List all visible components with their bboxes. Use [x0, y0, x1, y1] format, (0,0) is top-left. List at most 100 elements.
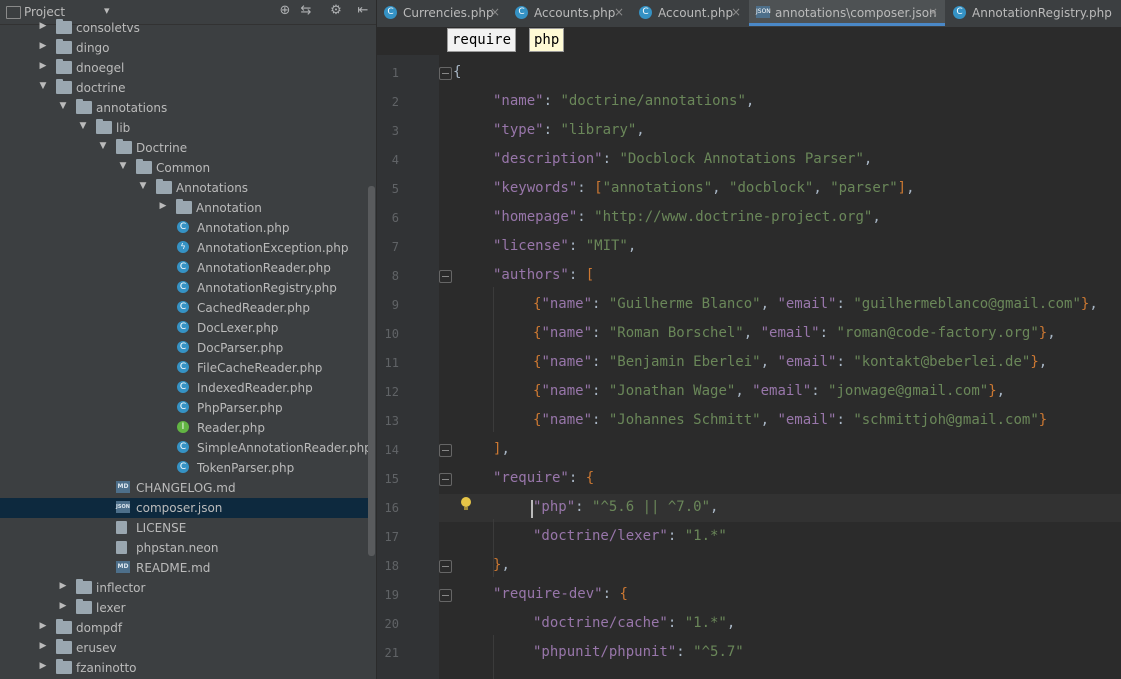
close-icon[interactable]: × [928, 5, 938, 19]
code-line: }, [493, 557, 510, 573]
code-editor[interactable]: 1 2 3 4 5 6 7 8 9 10 11 12 13 14 15 16 17 18 19 20 21 {"name… [377, 55, 1121, 679]
collapse-all-icon[interactable]: ⇆ [297, 3, 315, 18]
tree-item[interactable]: C TokenParser.php [0, 458, 368, 478]
tree-item[interactable]: phpstan.neon [0, 538, 368, 558]
tree-item[interactable]: ▶ inflector [0, 578, 368, 598]
tree-item[interactable]: C AnnotationReader.php [0, 258, 368, 278]
tree-item[interactable]: ▼ doctrine [0, 78, 368, 98]
tree-item[interactable]: C Annotation.php [0, 218, 368, 238]
tree-item[interactable]: ▶ erusev [0, 638, 368, 658]
tree-item[interactable]: ϟ AnnotationException.php [0, 238, 368, 258]
json-file-icon: JSON [756, 6, 771, 18]
tree-item[interactable]: MD README.md [0, 558, 368, 578]
expanded-arrow-icon[interactable]: ▼ [38, 81, 48, 91]
tree-item-label: doctrine [76, 81, 126, 95]
tree-item[interactable]: ▶ fzaninotto [0, 658, 368, 678]
collapsed-arrow-icon[interactable]: ▶ [38, 41, 48, 51]
tree-item[interactable]: ▶ consoletvs [0, 18, 368, 38]
tree-item[interactable]: ▼ Common [0, 158, 368, 178]
tree-item[interactable]: ▼ annotations [0, 98, 368, 118]
collapsed-arrow-icon[interactable]: ▶ [38, 641, 48, 651]
fold-marker-icon[interactable] [439, 589, 452, 602]
code-line: {"name": "Benjamin Eberlei", "email": "k… [533, 354, 1048, 370]
tree-item[interactable]: C AnnotationRegistry.php [0, 278, 368, 298]
tree-item-label: Annotation [196, 201, 262, 215]
tree-item-label: AnnotationRegistry.php [197, 281, 337, 295]
close-icon[interactable]: × [614, 5, 624, 19]
tree-item[interactable]: ▶ dnoegel [0, 58, 368, 78]
expanded-arrow-icon[interactable]: ▼ [118, 161, 128, 171]
tree-item[interactable]: ▼ Annotations [0, 178, 368, 198]
tree-item[interactable]: C PhpParser.php [0, 398, 368, 418]
collapsed-arrow-icon[interactable]: ▶ [38, 21, 48, 31]
expanded-arrow-icon[interactable]: ▼ [138, 181, 148, 191]
locate-file-icon[interactable]: ⊕ [276, 3, 294, 18]
tree-item[interactable]: I Reader.php [0, 418, 368, 438]
fold-marker-icon[interactable] [439, 560, 452, 573]
collapsed-arrow-icon[interactable]: ▶ [38, 661, 48, 671]
collapsed-arrow-icon[interactable]: ▶ [38, 61, 48, 71]
tree-item[interactable]: ▶ lexer [0, 598, 368, 618]
tab-annotationregistry-php[interactable]: C AnnotationRegistry.php [946, 0, 1121, 26]
line-number: 5 [391, 182, 399, 196]
tree-item-label: dnoegel [76, 61, 125, 75]
line-number: 10 [384, 327, 399, 341]
tree-item[interactable]: C CachedReader.php [0, 298, 368, 318]
tree-item-label: Annotation.php [197, 221, 290, 235]
tab-annotations-composer-json[interactable]: JSON annotations\composer.json × [749, 0, 945, 26]
folder-icon [56, 39, 72, 54]
tab-currencies-php[interactable]: C Currencies.php × [377, 0, 507, 26]
tree-item[interactable]: ▶ Annotation [0, 198, 368, 218]
collapsed-arrow-icon[interactable]: ▶ [58, 601, 68, 611]
collapsed-arrow-icon[interactable]: ▶ [58, 581, 68, 591]
tree-item-label: PhpParser.php [197, 401, 283, 415]
collapsed-arrow-icon[interactable]: ▶ [158, 201, 168, 211]
line-number: 21 [384, 646, 399, 660]
expanded-arrow-icon[interactable]: ▼ [58, 101, 68, 111]
tree-item-label: TokenParser.php [197, 461, 295, 475]
fold-marker-icon[interactable] [439, 67, 452, 80]
close-icon[interactable]: × [731, 5, 741, 19]
tree-item-label: IndexedReader.php [197, 381, 313, 395]
tree-item[interactable]: JSON composer.json [0, 498, 368, 518]
markdown-file-icon: MD [116, 561, 130, 573]
project-panel-title[interactable]: Project [24, 5, 65, 19]
code-line: { [453, 64, 462, 80]
php-class-icon: C [177, 401, 189, 413]
tree-item-label: inflector [96, 581, 146, 595]
expanded-arrow-icon[interactable]: ▼ [98, 141, 108, 151]
tree-item[interactable]: MD CHANGELOG.md [0, 478, 368, 498]
fold-marker-icon[interactable] [439, 473, 452, 486]
tree-item[interactable]: C FileCacheReader.php [0, 358, 368, 378]
line-number: 2 [391, 95, 399, 109]
hide-panel-icon[interactable]: ⇤ [354, 3, 372, 18]
close-icon[interactable]: × [490, 5, 500, 19]
tree-item[interactable]: ▶ dingo [0, 38, 368, 58]
tab-accounts-php[interactable]: C Accounts.php × [508, 0, 631, 26]
line-number: 8 [391, 269, 399, 283]
breadcrumb-php[interactable]: php [529, 28, 565, 52]
tree-item-label: phpstan.neon [136, 541, 219, 555]
tab-account-php[interactable]: C Account.php × [632, 0, 748, 26]
expanded-arrow-icon[interactable]: ▼ [78, 121, 88, 131]
folder-icon [76, 99, 92, 114]
tree-item[interactable]: C DocParser.php [0, 338, 368, 358]
breadcrumb-require[interactable]: require [447, 28, 517, 52]
tree-item[interactable]: C SimpleAnnotationReader.php [0, 438, 372, 458]
tree-item[interactable]: C DocLexer.php [0, 318, 368, 338]
tree-item[interactable]: LICENSE [0, 518, 368, 538]
collapsed-arrow-icon[interactable]: ▶ [38, 621, 48, 631]
fold-marker-icon[interactable] [439, 270, 452, 283]
tree-item[interactable]: ▼ lib [0, 118, 368, 138]
php-class-icon: C [177, 281, 189, 293]
intention-lightbulb-icon[interactable] [461, 497, 471, 510]
project-scrollbar[interactable] [368, 186, 375, 556]
gear-icon[interactable]: ⚙ [327, 3, 345, 18]
folder-icon [56, 59, 72, 74]
tree-item[interactable]: C IndexedReader.php [0, 378, 368, 398]
tree-item[interactable]: ▼ Doctrine [0, 138, 368, 158]
tree-item[interactable]: ▶ dompdf [0, 618, 368, 638]
text-file-icon [116, 521, 127, 534]
chevron-down-icon[interactable]: ▾ [104, 4, 110, 17]
fold-marker-icon[interactable] [439, 444, 452, 457]
